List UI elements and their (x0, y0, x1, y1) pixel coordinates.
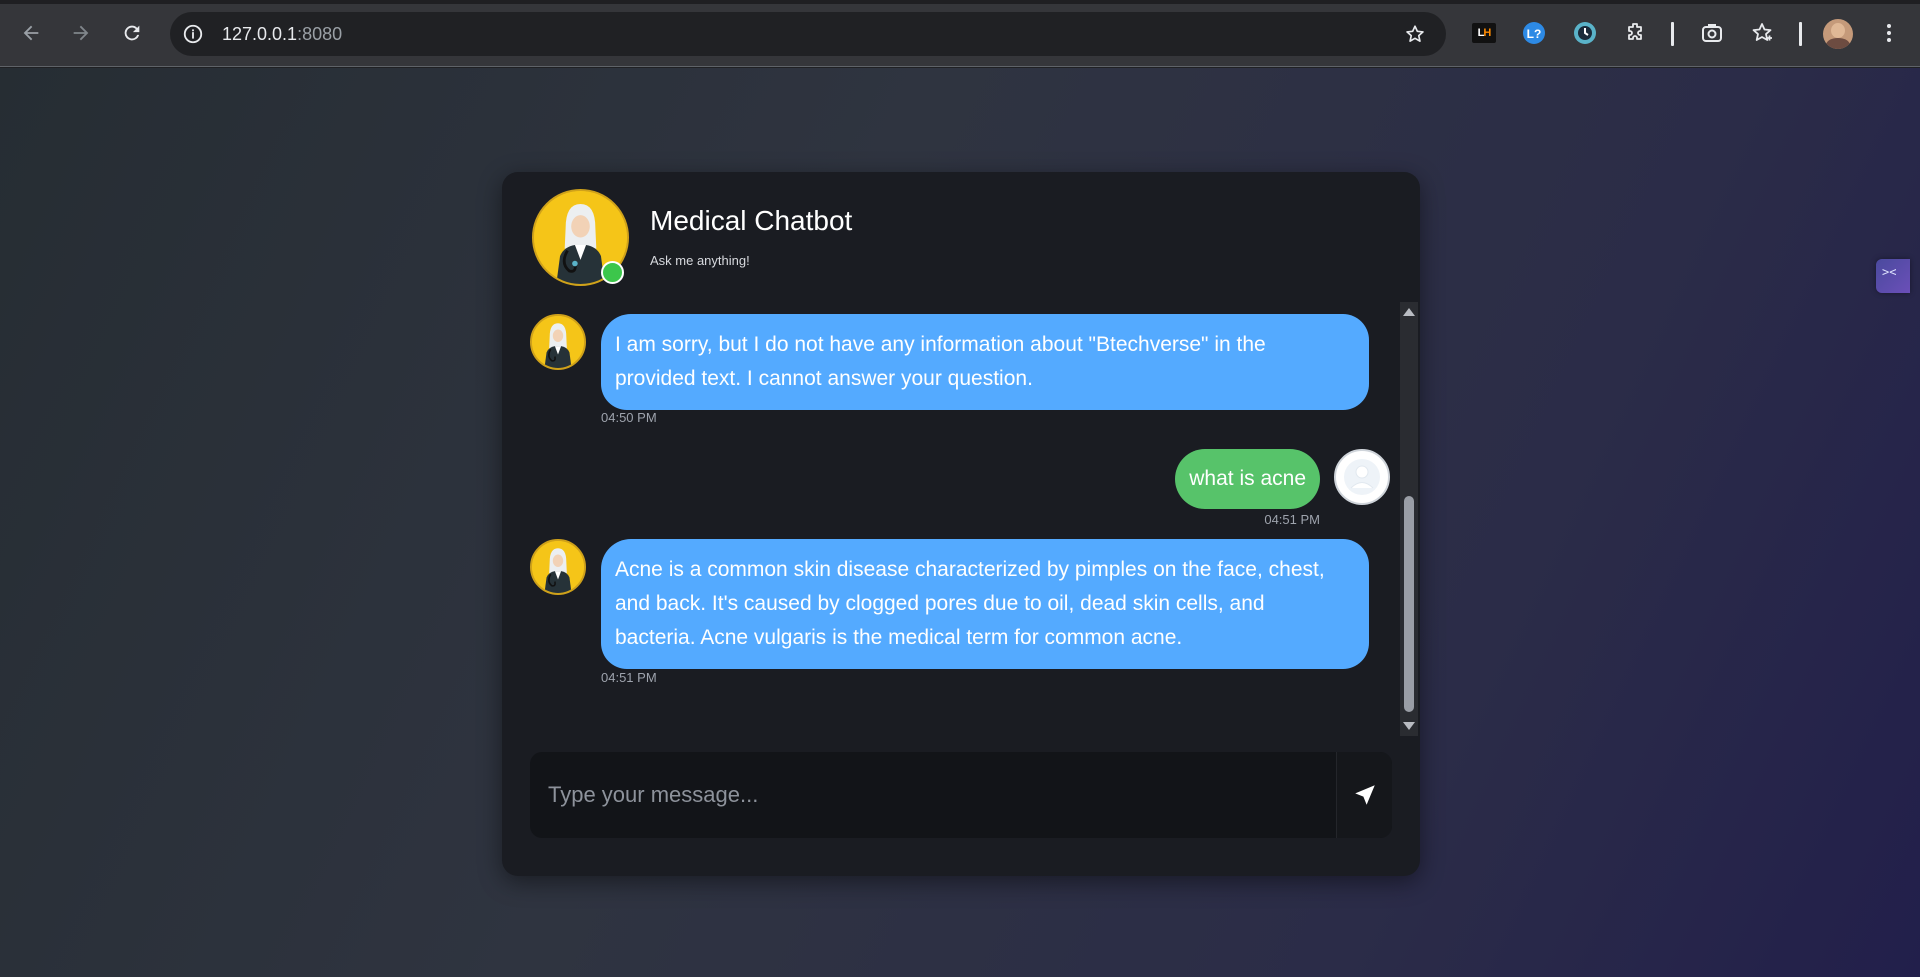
chat-title: Medical Chatbot (650, 205, 853, 236)
chat-card: Medical Chatbot Ask me anything! I am so… (502, 172, 1420, 876)
user-avatar (1334, 449, 1390, 505)
bot-message: I am sorry, but I do not have any inform… (530, 314, 1390, 434)
reload-button[interactable] (115, 16, 149, 50)
user-message: what is acne 04:51 PM (530, 449, 1390, 531)
message-input[interactable] (530, 752, 1336, 838)
reload-icon (124, 25, 140, 41)
toolbar-divider (1671, 22, 1674, 46)
message-list: I am sorry, but I do not have any inform… (530, 302, 1390, 736)
send-button[interactable] (1336, 752, 1392, 838)
bookmark-star-icon[interactable] (1404, 23, 1426, 45)
lighthouse-extension-icon[interactable]: LH (1472, 23, 1496, 43)
profile-avatar[interactable] (1823, 19, 1853, 49)
page-background: >< Medical Chatbot Ask me anything! I am… (0, 68, 1920, 977)
chat-subtitle: Ask me anything! (650, 253, 750, 268)
url-text: 127.0.0.1:8080 (222, 24, 343, 44)
forward-button[interactable] (64, 16, 98, 50)
back-button[interactable] (14, 16, 48, 50)
bot-avatar (530, 314, 586, 370)
message-timestamp: 04:51 PM (1264, 512, 1320, 527)
message-timestamp: 04:51 PM (601, 670, 657, 685)
message-composer (530, 752, 1392, 838)
scrollbar-thumb[interactable] (1404, 496, 1414, 712)
user-avatar-icon (1344, 459, 1380, 495)
online-status-dot (601, 261, 624, 284)
arrow-left-icon (23, 25, 39, 41)
clock-extension-icon[interactable] (1572, 20, 1598, 46)
more-menu-icon[interactable] (1876, 20, 1902, 46)
screenshot-camera-icon[interactable] (1699, 20, 1725, 46)
toolbar-divider (1799, 22, 1802, 46)
reading-list-star-icon[interactable] (1749, 20, 1775, 46)
bot-message-bubble: Acne is a common skin disease characteri… (601, 539, 1369, 669)
site-info-icon[interactable] (182, 23, 204, 45)
browser-toolbar: 127.0.0.1:8080 LH L? (0, 0, 1920, 67)
message-timestamp: 04:50 PM (601, 410, 657, 425)
bot-avatar-large (532, 189, 629, 286)
extensions-puzzle-icon[interactable] (1622, 20, 1648, 46)
chat-header: Medical Chatbot Ask me anything! (532, 189, 1392, 289)
scroll-down-arrow-icon[interactable] (1403, 722, 1415, 730)
side-tab-glyph: >< (1882, 265, 1897, 279)
send-arrow-icon (1354, 785, 1375, 805)
scroll-up-arrow-icon[interactable] (1403, 308, 1415, 316)
arrow-right-icon (73, 25, 89, 41)
bot-avatar (530, 539, 586, 595)
message-scrollbar[interactable] (1400, 302, 1418, 736)
doctor-avatar-icon (532, 316, 584, 368)
side-extension-tab[interactable]: >< (1876, 259, 1910, 293)
lastpass-extension-icon[interactable]: L? (1521, 20, 1547, 46)
bot-message: Acne is a common skin disease characteri… (530, 539, 1390, 699)
doctor-avatar-icon (532, 541, 584, 593)
svg-text:L?: L? (1527, 27, 1542, 41)
bot-message-bubble: I am sorry, but I do not have any inform… (601, 314, 1369, 410)
address-bar[interactable]: 127.0.0.1:8080 (170, 12, 1446, 56)
tab-strip-edge (0, 0, 1920, 4)
user-message-bubble: what is acne (1175, 449, 1320, 509)
